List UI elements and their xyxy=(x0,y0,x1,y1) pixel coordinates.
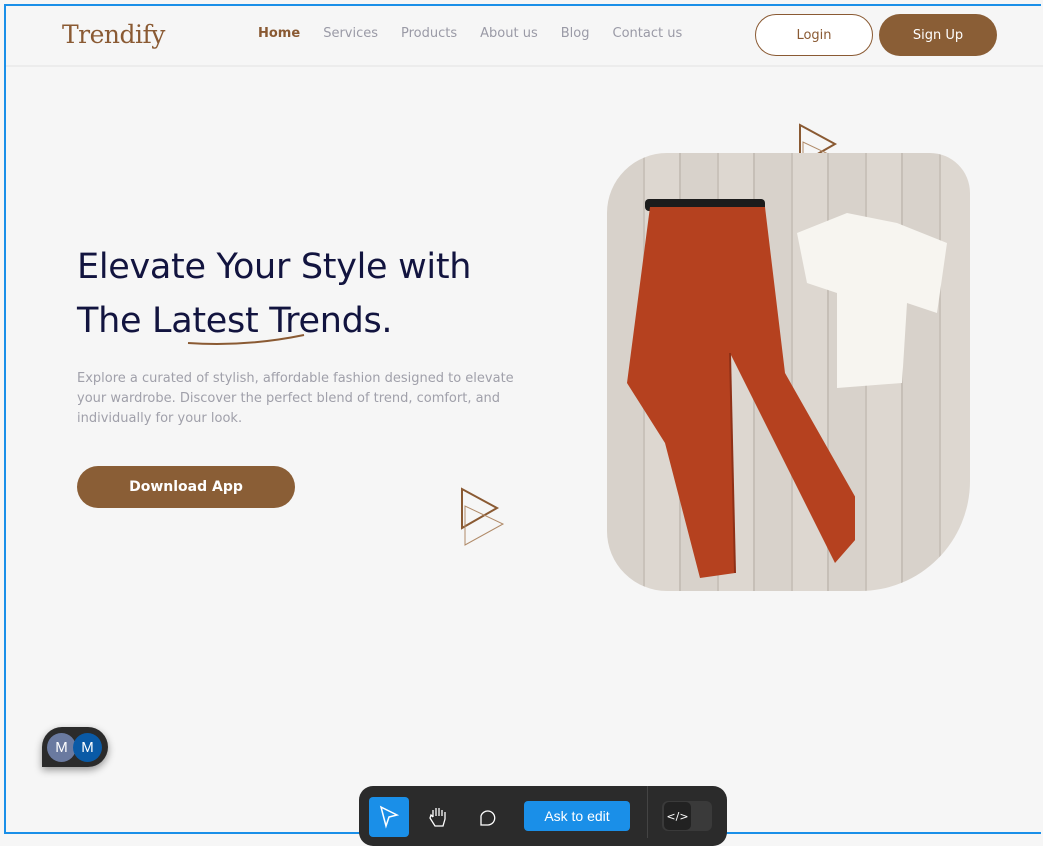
cursor-icon xyxy=(379,805,400,829)
login-button[interactable]: Login xyxy=(755,14,873,56)
download-app-button[interactable]: Download App xyxy=(77,466,295,508)
nav-products[interactable]: Products xyxy=(401,26,457,41)
logo[interactable]: Trendify xyxy=(62,20,165,49)
hero-title: Elevate Your Style with The Latest Trends… xyxy=(77,240,471,348)
site-header: Trendify Home Services Products About us… xyxy=(6,6,1043,67)
nav-about[interactable]: About us xyxy=(480,26,538,41)
comment-tool-button[interactable] xyxy=(468,797,508,837)
underline-swash xyxy=(187,334,305,345)
code-icon: </> xyxy=(664,802,691,830)
hero-title-line1: Elevate Your Style with xyxy=(77,247,472,287)
editor-toolbar: Ask to edit </> xyxy=(359,786,727,846)
signup-button[interactable]: Sign Up xyxy=(879,14,997,56)
shirt-illustration xyxy=(797,213,947,388)
triangle-decoration-icon xyxy=(461,487,505,546)
nav-home[interactable]: Home xyxy=(258,26,300,41)
avatar[interactable]: M xyxy=(47,733,76,762)
select-tool-button[interactable] xyxy=(369,797,409,837)
ask-to-edit-button[interactable]: Ask to edit xyxy=(524,801,630,831)
hero-description: Explore a curated of stylish, affordable… xyxy=(77,371,514,426)
hand-icon xyxy=(429,808,446,827)
hand-tool-button[interactable] xyxy=(418,797,458,837)
avatar[interactable]: M xyxy=(73,733,102,762)
comment-icon xyxy=(480,810,496,826)
nav-services[interactable]: Services xyxy=(323,26,378,41)
toolbar-divider xyxy=(647,786,648,838)
code-toggle[interactable]: </> xyxy=(662,801,712,831)
nav-blog[interactable]: Blog xyxy=(561,26,590,41)
hero-image xyxy=(607,153,970,591)
nav-contact[interactable]: Contact us xyxy=(613,26,683,41)
collaborators[interactable]: M M xyxy=(42,727,108,767)
main-nav: Home Services Products About us Blog Con… xyxy=(258,26,682,41)
